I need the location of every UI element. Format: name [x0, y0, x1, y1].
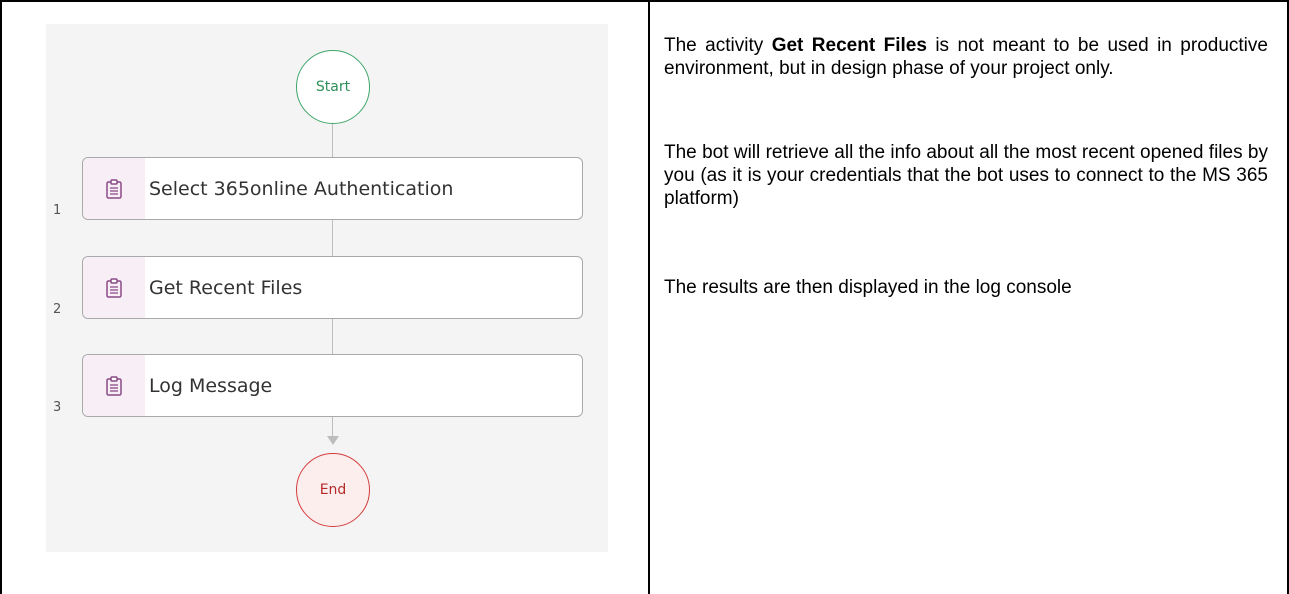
end-label: End — [319, 482, 347, 498]
table-border-left — [0, 0, 2, 594]
table-border-top — [0, 0, 1289, 2]
end-node[interactable]: End — [296, 453, 370, 527]
clipboard-icon — [106, 375, 122, 396]
step-log-message[interactable]: Log Message — [82, 354, 583, 417]
start-label: Start — [315, 79, 351, 95]
step-select-365online-authentication[interactable]: Select 365online Authentication — [82, 157, 583, 220]
connector-start-to-step1 — [332, 124, 333, 157]
clipboard-icon — [106, 178, 122, 199]
activity-name: Get Recent Files — [771, 35, 927, 56]
connector-step3-to-end — [332, 417, 333, 437]
arrow-head-icon — [327, 436, 339, 445]
description-text: The bot will retrieve all the info about… — [664, 142, 1268, 209]
layout-table: Start Select 365online Authentication 1 — [0, 0, 1289, 594]
table-column-divider — [648, 0, 650, 594]
step-number: 3 — [53, 400, 62, 415]
step-label: Log Message — [149, 374, 273, 397]
connector-step2-to-step3 — [332, 319, 333, 354]
connector-step1-to-step2 — [332, 220, 333, 256]
description-paragraph-1: The activity Get Recent Files is not mea… — [664, 34, 1268, 80]
step-number: 1 — [53, 203, 62, 218]
description-paragraph-2: The bot will retrieve all the info about… — [664, 141, 1268, 210]
step-label: Get Recent Files — [149, 276, 303, 299]
step-icon-cell — [83, 158, 145, 219]
step-icon-cell — [83, 257, 145, 318]
start-node[interactable]: Start — [296, 50, 370, 124]
step-label: Select 365online Authentication — [149, 177, 454, 200]
step-icon-cell — [83, 355, 145, 416]
clipboard-icon — [106, 277, 122, 298]
step-number: 2 — [53, 302, 62, 317]
description-paragraph-3: The results are then displayed in the lo… — [664, 276, 1268, 299]
description-text: The results are then displayed in the lo… — [664, 277, 1072, 298]
step-get-recent-files[interactable]: Get Recent Files — [82, 256, 583, 319]
description-text: The activity — [664, 35, 772, 56]
